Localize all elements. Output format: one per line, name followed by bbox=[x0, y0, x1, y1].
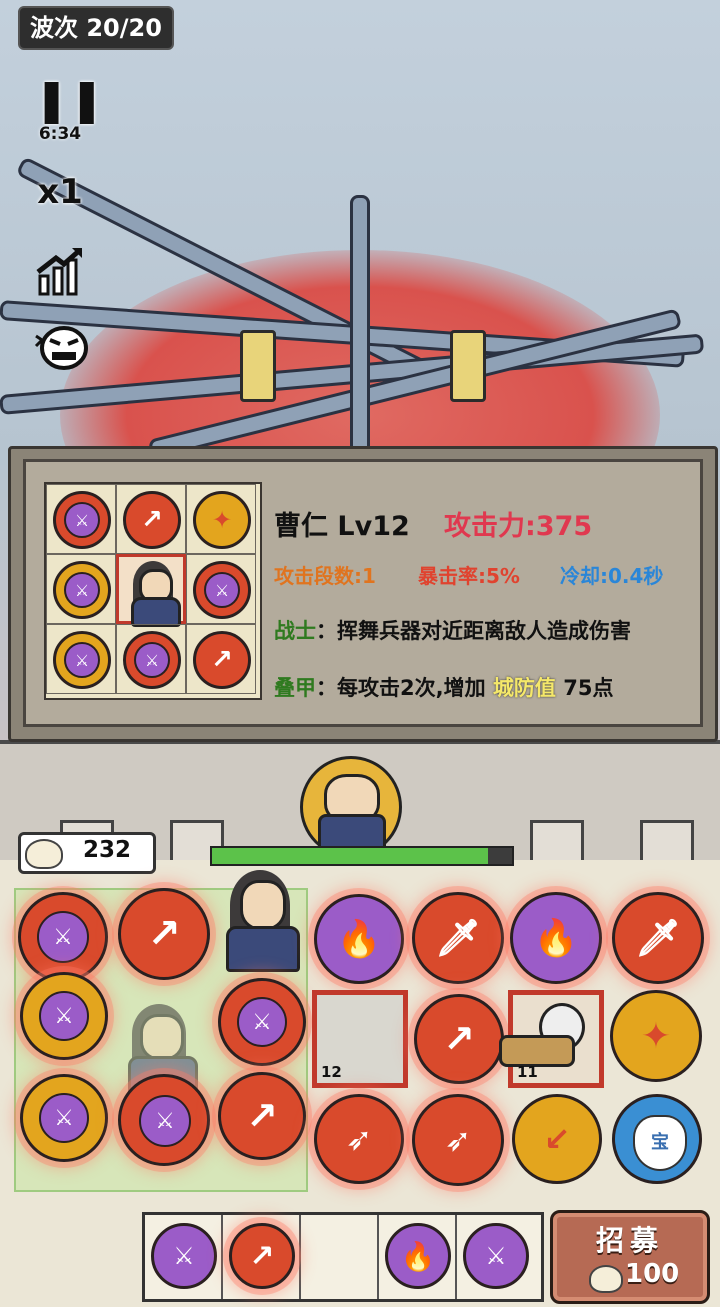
mini-cell: ⚔ bbox=[46, 624, 116, 694]
sword-boost-orb[interactable]: ⚔ bbox=[463, 1223, 529, 1289]
recruit-cost: 100 bbox=[625, 1259, 680, 1289]
unit-slot-cannon[interactable]: 11 bbox=[499, 990, 604, 1088]
wall-hp-bar bbox=[210, 846, 514, 866]
arrow-volley-orb[interactable]: ➶ bbox=[314, 1094, 404, 1184]
trait-desc: 每攻击2次,增加 bbox=[337, 676, 486, 700]
arrow-orb[interactable]: ↗ bbox=[229, 1223, 295, 1289]
battle-timer: 6:34 bbox=[38, 124, 82, 144]
trait-warrior: 战士：挥舞兵器对近距离敌人造成伤害 bbox=[274, 615, 631, 645]
spear-collar bbox=[450, 330, 486, 402]
sword-up-orb[interactable]: 🗡 bbox=[412, 892, 504, 984]
trait-tag: 战士 bbox=[274, 619, 316, 643]
synergy-mini-grid: ⚔ ↗ ✦ ⚔ ⚔ ⚔ ⚔ ↗ bbox=[44, 482, 262, 700]
fire-orb[interactable]: 🔥 bbox=[385, 1223, 451, 1289]
slot-level: 11 bbox=[517, 1063, 538, 1081]
slot-level: 12 bbox=[321, 1063, 342, 1081]
sword-boost-icon: ⚔ bbox=[53, 491, 111, 549]
unit-slot[interactable]: 12 bbox=[312, 990, 408, 1088]
recruit-label: 招募 bbox=[595, 1224, 664, 1257]
wall-hero-sprite bbox=[300, 756, 410, 858]
mini-cell: ⚔ bbox=[116, 624, 186, 694]
hero-info-panel: ⚔ ↗ ✦ ⚔ ⚔ ⚔ ⚔ ↗ 曹仁 Lv12 攻击力:375 攻击段数:1 暴… bbox=[8, 446, 718, 742]
bun-counter: 232 bbox=[18, 832, 156, 874]
stat-crit: 暴击率:5% bbox=[418, 564, 520, 588]
arrow-orb[interactable]: ↗ bbox=[218, 1072, 306, 1160]
sword-boost-orb[interactable]: ⚔ bbox=[118, 1074, 210, 1166]
mini-cell: ⚔ bbox=[46, 554, 116, 624]
trait-sep: ： bbox=[316, 676, 337, 700]
bench-slot[interactable]: ⚔ bbox=[145, 1215, 223, 1299]
fire-boost-orb[interactable]: 🔥 bbox=[314, 894, 404, 984]
spread-orb[interactable]: ✦ bbox=[610, 990, 702, 1082]
stat-hits: 攻击段数:1 bbox=[274, 564, 376, 588]
bun-icon bbox=[589, 1265, 623, 1293]
arrow-orb[interactable]: ↙ bbox=[512, 1094, 602, 1184]
sword-boost-orb[interactable]: ⚔ bbox=[20, 972, 108, 1060]
spread-icon: ✦ bbox=[193, 491, 251, 549]
sword-boost-icon: ⚔ bbox=[53, 561, 111, 619]
speed-button[interactable]: x1 bbox=[34, 172, 86, 212]
sword-boost-orb[interactable]: ⚔ bbox=[151, 1223, 217, 1289]
sword-boost-icon: ⚔ bbox=[123, 631, 181, 689]
mini-cell: ✦ bbox=[186, 484, 256, 554]
hero-name: 曹仁 Lv12 bbox=[274, 511, 410, 542]
bun-icon bbox=[25, 839, 63, 869]
sword-boost-icon: ⚔ bbox=[53, 631, 111, 689]
bench-slot[interactable]: 🔥 bbox=[379, 1215, 457, 1299]
treasure-bag-orb[interactable]: 宝 bbox=[612, 1094, 702, 1184]
fire-orb[interactable]: 🔥 bbox=[510, 892, 602, 984]
sword-boost-orb[interactable]: ⚔ bbox=[218, 978, 306, 1066]
mini-cell-hero bbox=[116, 554, 186, 627]
trait-desc-end: 75点 bbox=[563, 676, 614, 700]
spear-collar bbox=[240, 330, 276, 402]
angry-face-icon[interactable] bbox=[34, 322, 88, 372]
sword-boost-orb[interactable]: ⚔ bbox=[20, 1074, 108, 1162]
mini-cell: ⚔ bbox=[46, 484, 116, 554]
arrow-icon: ↗ bbox=[193, 631, 251, 689]
mini-cell: ↗ bbox=[186, 624, 256, 694]
arrow-volley-orb[interactable]: ➶ bbox=[412, 1094, 504, 1186]
bench-slot-empty[interactable] bbox=[301, 1215, 379, 1299]
recruit-button[interactable]: 招募 100 bbox=[550, 1210, 710, 1304]
arrow-icon: ↗ bbox=[123, 491, 181, 549]
hero-attack: 攻击力:375 bbox=[444, 511, 593, 542]
bun-count: 232 bbox=[83, 837, 132, 863]
trait-tag: 叠甲 bbox=[274, 676, 316, 700]
wall-crenel bbox=[530, 820, 584, 864]
sword-up-orb[interactable]: 🗡 bbox=[612, 892, 704, 984]
arrow-orb[interactable]: ↗ bbox=[118, 888, 210, 980]
arrow-orb[interactable]: ↗ bbox=[414, 994, 504, 1084]
trait-desc: 挥舞兵器对近距离敌人造成伤害 bbox=[337, 619, 631, 643]
wave-counter: 波次 20/20 bbox=[18, 6, 174, 50]
bench-tray: ⚔ ↗ 🔥 ⚔ bbox=[142, 1212, 544, 1302]
bench-slot[interactable]: ⚔ bbox=[457, 1215, 535, 1299]
trait-armor: 叠甲：每攻击2次,增加 城防值 75点 bbox=[274, 672, 613, 702]
mini-cell: ⚔ bbox=[186, 554, 256, 624]
deploy-board: ⚔ ↗ 🔥 🗡 🔥 🗡 ⚔ ⚔ 12 ↗ 11 ✦ ⚔ ⚔ ↗ ➶ ➶ ↙ 宝 bbox=[14, 870, 704, 1192]
hero-caoren[interactable] bbox=[210, 868, 310, 976]
pause-icon[interactable]: ❚❚ bbox=[34, 78, 104, 122]
wall-hp-fill bbox=[212, 848, 488, 864]
trait-highlight: 城防值 bbox=[492, 676, 556, 700]
bench-slot[interactable]: ↗ bbox=[223, 1215, 301, 1299]
wall-crenel bbox=[640, 820, 694, 864]
sword-boost-orb[interactable]: ⚔ bbox=[18, 892, 108, 982]
hero-info-inner: ⚔ ↗ ✦ ⚔ ⚔ ⚔ ⚔ ↗ 曹仁 Lv12 攻击力:375 攻击段数:1 暴… bbox=[23, 459, 703, 727]
chart-up-icon[interactable] bbox=[34, 246, 86, 298]
sword-boost-icon: ⚔ bbox=[193, 561, 251, 619]
spear-weapon bbox=[350, 195, 370, 461]
stat-cooldown: 冷却:0.4秒 bbox=[560, 564, 664, 588]
mini-cell: ↗ bbox=[116, 484, 186, 554]
trait-sep: ： bbox=[316, 619, 337, 643]
